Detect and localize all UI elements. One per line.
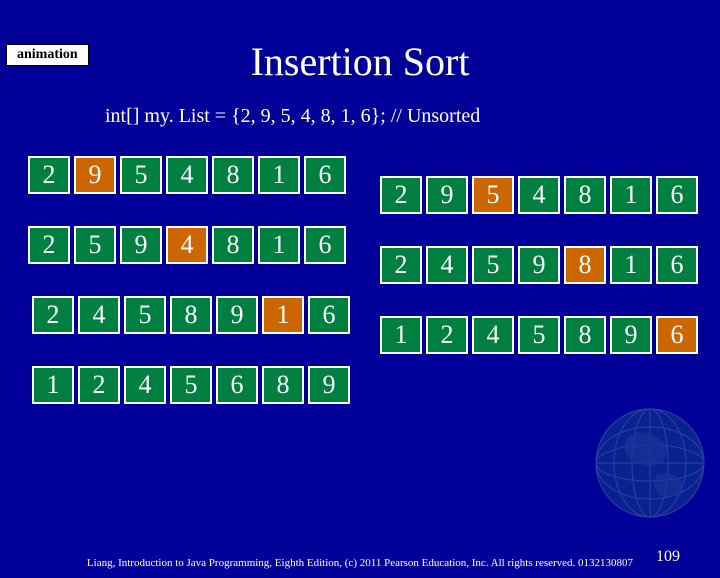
array-cell: 1 xyxy=(610,246,652,284)
array-cell: 6 xyxy=(304,156,346,194)
array-left-1: 2954816 xyxy=(28,156,346,194)
array-cell: 1 xyxy=(262,296,304,334)
array-cell: 5 xyxy=(170,366,212,404)
array-right-2: 2459816 xyxy=(380,246,698,284)
array-left-2: 2594816 xyxy=(28,226,346,264)
array-cell: 2 xyxy=(380,176,422,214)
slide-title: Insertion Sort xyxy=(0,38,720,85)
array-cell: 5 xyxy=(518,316,560,354)
array-cell: 9 xyxy=(308,366,350,404)
array-cell: 9 xyxy=(426,176,468,214)
array-cell: 8 xyxy=(212,156,254,194)
array-cell: 9 xyxy=(120,226,162,264)
array-cell: 9 xyxy=(216,296,258,334)
footer-citation: Liang, Introduction to Java Programming,… xyxy=(0,556,720,570)
array-cell: 5 xyxy=(120,156,162,194)
array-cell: 2 xyxy=(32,296,74,334)
array-cell: 6 xyxy=(308,296,350,334)
array-cell: 4 xyxy=(124,366,166,404)
array-cell: 1 xyxy=(258,156,300,194)
globe-icon xyxy=(590,403,710,523)
array-cell: 5 xyxy=(472,176,514,214)
array-cell: 8 xyxy=(262,366,304,404)
array-cell: 4 xyxy=(166,226,208,264)
array-cell: 2 xyxy=(380,246,422,284)
array-cell: 2 xyxy=(28,226,70,264)
array-cell: 4 xyxy=(166,156,208,194)
array-cell: 6 xyxy=(656,246,698,284)
array-cell: 1 xyxy=(380,316,422,354)
array-right-3: 1245896 xyxy=(380,316,698,354)
array-cell: 6 xyxy=(656,316,698,354)
array-cell: 8 xyxy=(564,316,606,354)
array-cell: 5 xyxy=(472,246,514,284)
array-left-3: 2458916 xyxy=(32,296,350,334)
array-cell: 8 xyxy=(564,246,606,284)
array-cell: 9 xyxy=(518,246,560,284)
array-cell: 6 xyxy=(304,226,346,264)
animation-badge: animation xyxy=(6,44,89,66)
array-cell: 6 xyxy=(216,366,258,404)
array-cell: 1 xyxy=(610,176,652,214)
array-cell: 6 xyxy=(656,176,698,214)
array-cell: 2 xyxy=(28,156,70,194)
array-cell: 8 xyxy=(170,296,212,334)
array-cell: 9 xyxy=(74,156,116,194)
array-cell: 5 xyxy=(124,296,166,334)
array-cell: 1 xyxy=(258,226,300,264)
array-cell: 5 xyxy=(74,226,116,264)
array-right-1: 2954816 xyxy=(380,176,698,214)
array-cell: 1 xyxy=(32,366,74,404)
array-cell: 8 xyxy=(564,176,606,214)
array-cell: 2 xyxy=(426,316,468,354)
array-cell: 9 xyxy=(610,316,652,354)
array-cell: 2 xyxy=(78,366,120,404)
array-cell: 4 xyxy=(472,316,514,354)
array-left-4: 1245689 xyxy=(32,366,350,404)
page-number: 109 xyxy=(656,548,680,566)
array-cell: 8 xyxy=(212,226,254,264)
array-cell: 4 xyxy=(518,176,560,214)
array-cell: 4 xyxy=(78,296,120,334)
code-line: int[] my. List = {2, 9, 5, 4, 8, 1, 6}; … xyxy=(105,105,720,128)
array-cell: 4 xyxy=(426,246,468,284)
